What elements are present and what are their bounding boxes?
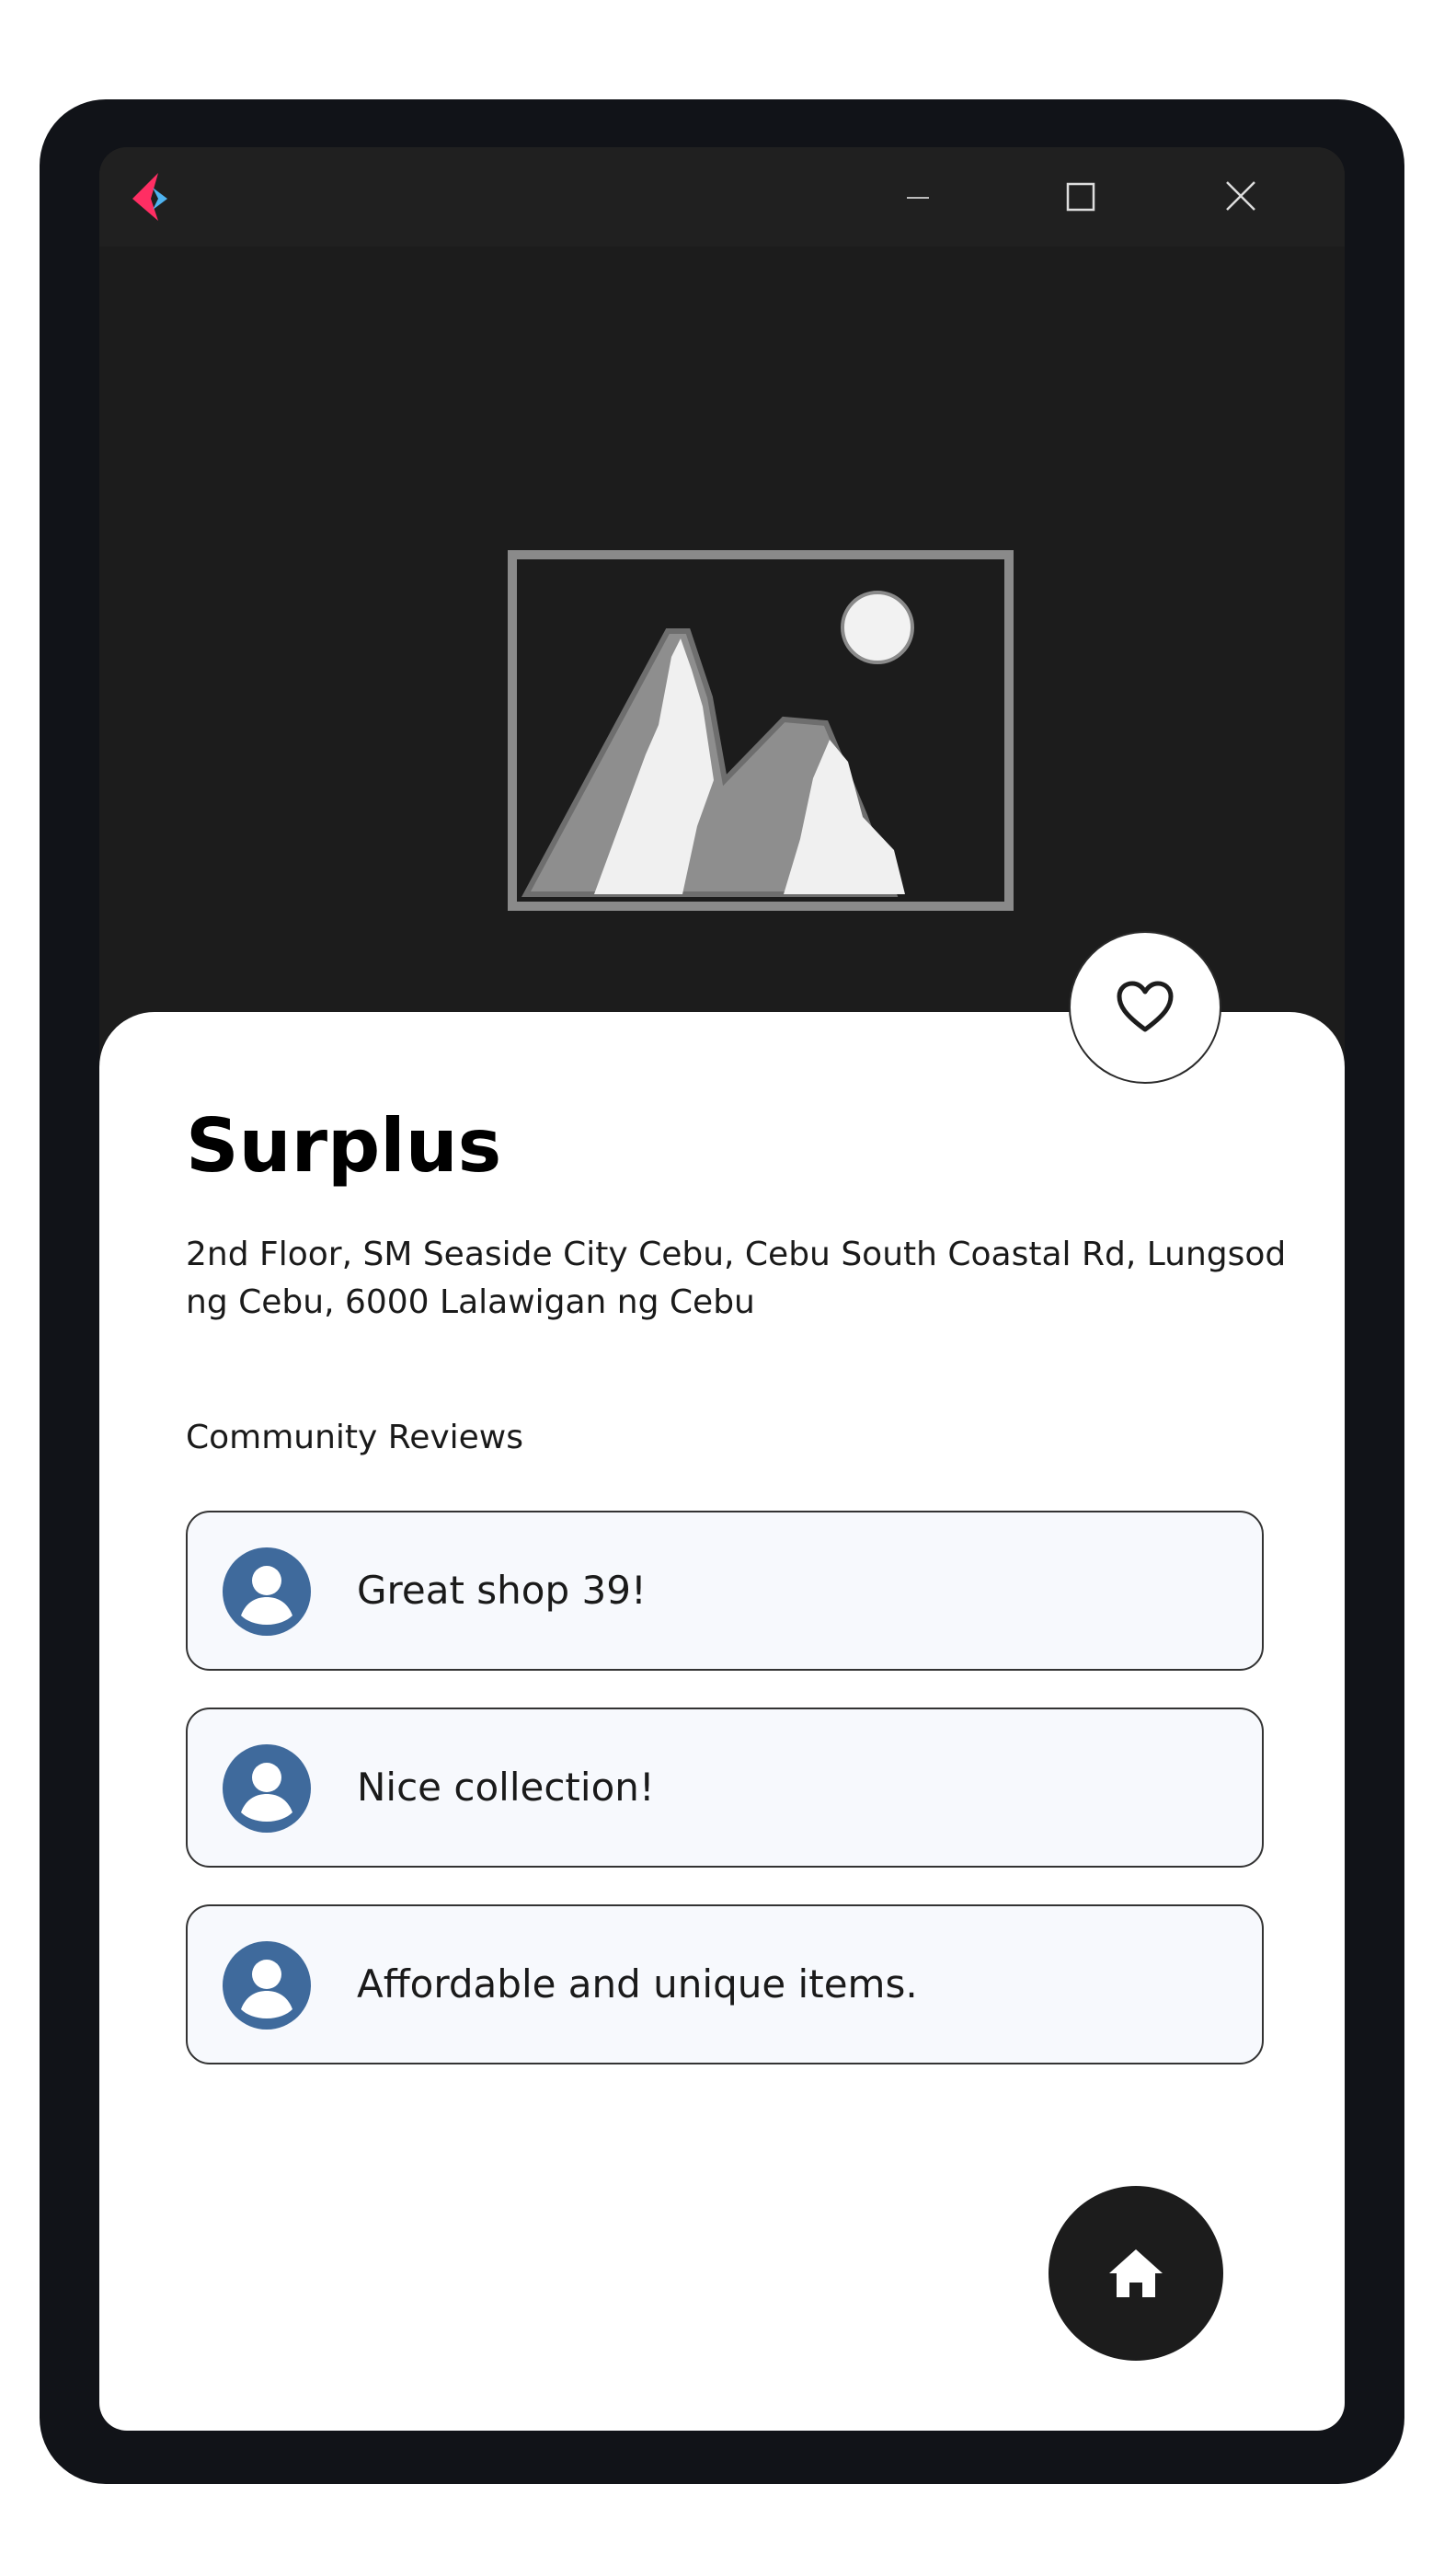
review-text: Nice collection! [357,1765,655,1810]
title-bar[interactable] [99,147,1345,247]
favorite-button[interactable] [1069,931,1221,1084]
review-card: Great shop 39! [186,1511,1264,1671]
review-text: Affordable and unique items. [357,1961,918,2007]
community-reviews-label: Community Reviews [186,1419,523,1456]
home-icon [1109,2249,1163,2297]
close-icon[interactable] [1212,175,1267,221]
user-avatar-icon [223,1744,311,1833]
user-avatar-icon [223,1547,311,1636]
store-name: Surplus [186,1103,502,1189]
home-button[interactable] [1049,2186,1223,2361]
review-card: Nice collection! [186,1708,1264,1868]
app-window: Surplus 2nd Floor, SM Seaside City Cebu,… [99,147,1345,2431]
heart-icon [1117,981,1174,1032]
review-card: Affordable and unique items. [186,1904,1264,2064]
image-placeholder-icon [508,550,1014,911]
user-avatar-icon [223,1941,311,2030]
store-address: 2nd Floor, SM Seaside City Cebu, Cebu So… [186,1236,1287,1321]
minimize-icon[interactable] [890,175,945,221]
maximize-icon[interactable] [1052,175,1107,221]
review-text: Great shop 39! [357,1568,647,1613]
app-logo-icon [132,173,167,221]
